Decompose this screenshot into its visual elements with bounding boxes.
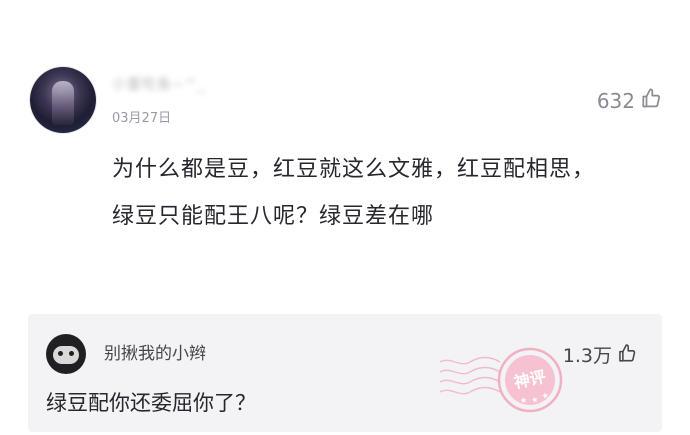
svg-text:★: ★ (519, 395, 528, 405)
svg-text:★: ★ (541, 391, 550, 401)
reply-like-button[interactable]: 1.3万 (563, 342, 638, 369)
avatar-figure (52, 81, 74, 125)
reply-text: 绿豆配你还委屈你了？ (46, 391, 256, 415)
reply-username[interactable]: 别揪我的小辫 (104, 344, 206, 364)
comment-page: 小蕾吃鱼~^_ 03月27日 632 为什么都是豆，红豆就这么文雅，红豆配相思，… (0, 0, 690, 435)
comment-date: 03月27日 (112, 111, 172, 126)
thumbs-up-icon[interactable] (639, 86, 663, 115)
comment-text-line-2: 绿豆只能配王八呢？绿豆差在哪 (112, 204, 435, 229)
avatar[interactable] (30, 67, 96, 133)
stamp-label: 神评 (512, 367, 547, 392)
like-count: 632 (596, 88, 635, 113)
reply-like-count: 1.3万 (562, 344, 612, 367)
avatar-face (53, 346, 79, 364)
avatar-eye-left (58, 351, 63, 356)
like-button[interactable]: 632 (597, 86, 663, 115)
comment-username[interactable]: 小蕾吃鱼~^_ (112, 76, 240, 94)
reply-avatar[interactable] (46, 334, 86, 374)
avatar-eye-right (69, 351, 74, 356)
reply-card: 别揪我的小辫 1.3万 绿豆配你还委屈你了？ 神评 ★ ★ ★ (28, 314, 662, 432)
main-comment: 小蕾吃鱼~^_ 03月27日 632 为什么都是豆，红豆就这么文雅，红豆配相思，… (0, 0, 690, 294)
comment-text: 为什么都是豆，红豆就这么文雅，红豆配相思， 绿豆只能配王八呢？绿豆差在哪 (112, 146, 652, 240)
comment-text-line-1: 为什么都是豆，红豆就这么文雅，红豆配相思， (112, 157, 596, 182)
svg-text:★: ★ (530, 395, 539, 405)
thumbs-up-icon[interactable] (616, 342, 638, 369)
